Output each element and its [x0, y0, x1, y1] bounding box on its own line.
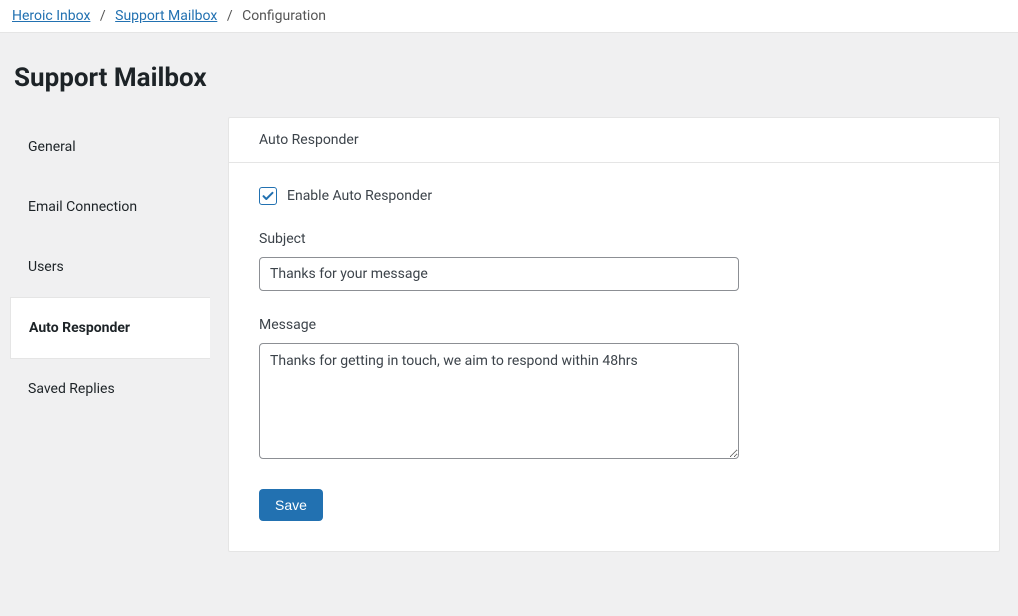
- breadcrumb-separator: /: [100, 8, 106, 24]
- subject-label: Subject: [259, 231, 969, 247]
- tab-label: Email Connection: [28, 199, 137, 215]
- save-button[interactable]: Save: [259, 489, 323, 521]
- tab-saved-replies[interactable]: Saved Replies: [10, 359, 210, 419]
- tab-label: Users: [28, 259, 64, 275]
- breadcrumb-link-heroic-inbox[interactable]: Heroic Inbox: [12, 8, 90, 24]
- enable-auto-responder-label: Enable Auto Responder: [287, 188, 432, 204]
- check-icon: [262, 190, 274, 202]
- message-field-group: Message: [259, 317, 969, 463]
- message-label: Message: [259, 317, 969, 333]
- tab-email-connection[interactable]: Email Connection: [10, 177, 210, 237]
- tab-label: Saved Replies: [28, 381, 115, 397]
- tab-label: Auto Responder: [29, 320, 130, 336]
- message-textarea[interactable]: [259, 343, 739, 459]
- enable-auto-responder-checkbox[interactable]: [259, 187, 277, 205]
- panel-body: Enable Auto Responder Subject Message Sa…: [229, 163, 999, 551]
- breadcrumb-current: Configuration: [242, 8, 326, 24]
- app-root: Heroic Inbox / Support Mailbox / Configu…: [0, 0, 1018, 616]
- page-title: Support Mailbox: [14, 63, 1000, 93]
- tab-label: General: [28, 139, 76, 155]
- tab-users[interactable]: Users: [10, 237, 210, 297]
- settings-tabs: General Email Connection Users Auto Resp…: [10, 117, 210, 419]
- panel-header: Auto Responder: [229, 118, 999, 163]
- tab-auto-responder[interactable]: Auto Responder: [10, 297, 210, 359]
- breadcrumb-separator: /: [227, 8, 233, 24]
- breadcrumb: Heroic Inbox / Support Mailbox / Configu…: [0, 0, 1018, 33]
- subject-field-group: Subject: [259, 231, 969, 291]
- tab-general[interactable]: General: [10, 117, 210, 177]
- settings-panel: Auto Responder Enable Auto Responder Sub…: [228, 117, 1000, 552]
- content-wrap: Support Mailbox General Email Connection…: [0, 33, 1018, 552]
- enable-auto-responder-row: Enable Auto Responder: [259, 187, 969, 205]
- breadcrumb-link-support-mailbox[interactable]: Support Mailbox: [115, 8, 217, 24]
- subject-input[interactable]: [259, 257, 739, 291]
- settings-layout: General Email Connection Users Auto Resp…: [10, 117, 1000, 552]
